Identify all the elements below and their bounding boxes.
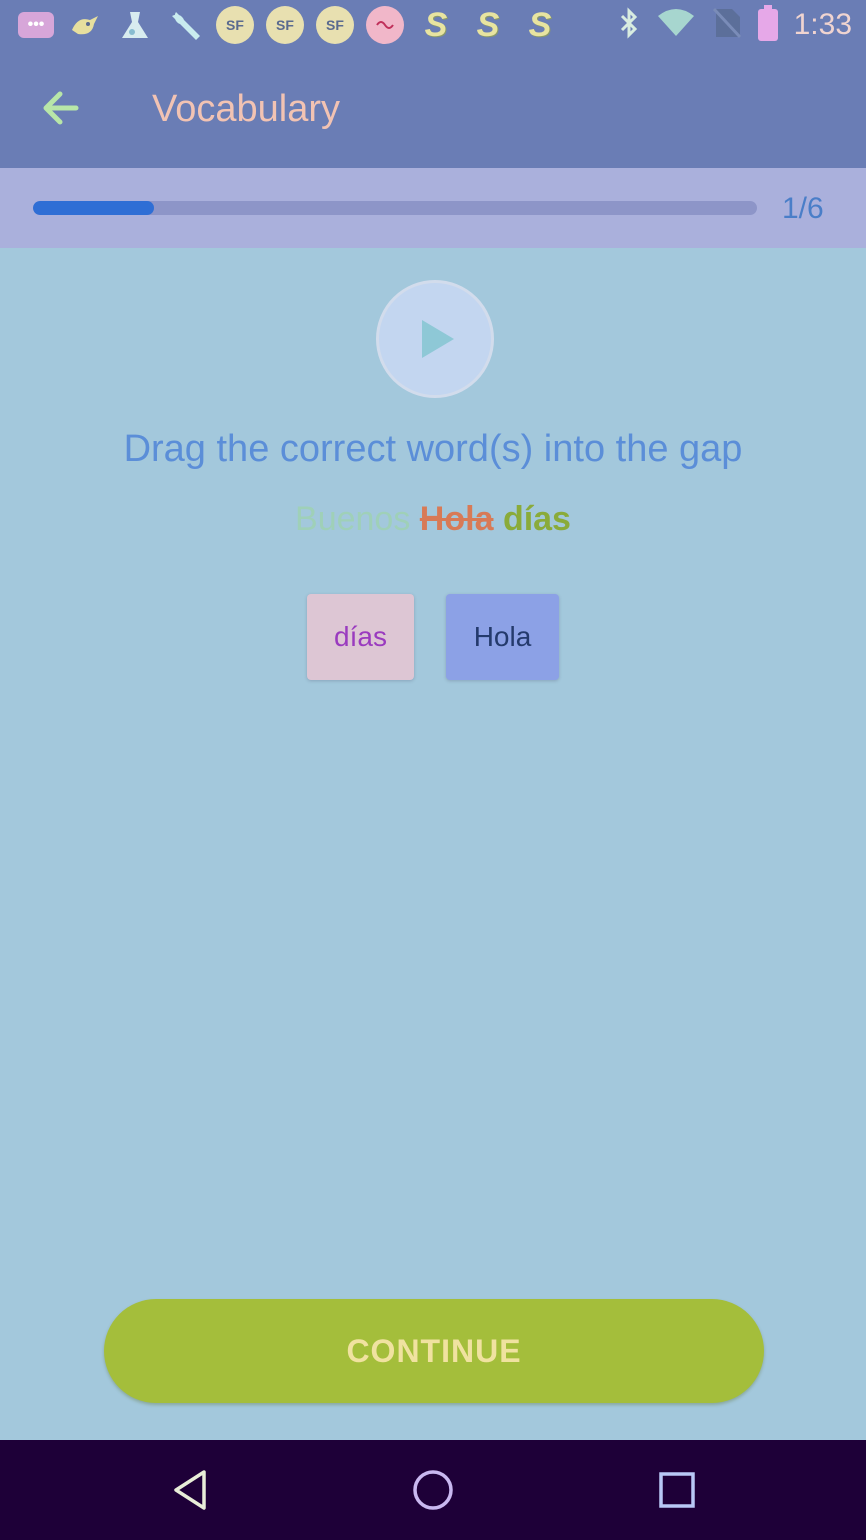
sf-icon: SF xyxy=(266,6,304,44)
lab-icon xyxy=(116,6,154,44)
wrench-icon xyxy=(166,6,204,44)
sf-icon: SF xyxy=(216,6,254,44)
gap-sentence: Buenos Hola días xyxy=(0,500,866,539)
instruction-text: Drag the correct word(s) into the gap xyxy=(123,428,743,470)
page-title: Vocabulary xyxy=(152,88,341,130)
back-triangle-icon xyxy=(174,1470,206,1510)
progress-fill xyxy=(33,201,154,215)
progress-bar xyxy=(33,201,757,215)
recents-square-icon xyxy=(659,1472,695,1508)
bluetooth-icon xyxy=(618,6,640,44)
progress-label: 1/6 xyxy=(782,192,824,225)
s-icon: S xyxy=(424,5,448,44)
back-button[interactable] xyxy=(30,78,90,138)
nav-recents-button[interactable] xyxy=(647,1460,707,1520)
bird-icon xyxy=(66,6,104,44)
system-nav-bar xyxy=(0,1440,866,1540)
battery-icon xyxy=(757,5,778,41)
notification-icons: ••• SF SF SF S S S xyxy=(18,6,560,44)
gap-filled-word[interactable]: Hola xyxy=(420,500,494,538)
app-icon xyxy=(366,6,404,44)
no-sim-icon xyxy=(712,7,742,44)
play-icon xyxy=(422,320,454,358)
s-icon: S xyxy=(476,5,500,44)
home-circle-icon xyxy=(413,1470,453,1510)
s-icon: S xyxy=(528,5,552,44)
play-audio-button[interactable] xyxy=(376,280,494,398)
word-option-chip[interactable]: Hola xyxy=(446,594,559,680)
wifi-icon xyxy=(656,8,696,43)
system-icons: 1:33 xyxy=(618,0,852,50)
nav-home-button[interactable] xyxy=(403,1460,463,1520)
arrow-left-icon xyxy=(43,91,79,125)
status-bar: ••• SF SF SF S S S 1:33 xyxy=(0,0,866,50)
continue-button[interactable]: CONTINUE xyxy=(104,1299,764,1403)
word-option-chip[interactable]: días xyxy=(307,594,414,680)
app-bar: Vocabulary xyxy=(0,50,866,168)
clock: 1:33 xyxy=(793,8,852,41)
nav-back-button[interactable] xyxy=(160,1460,220,1520)
sf-icon: SF xyxy=(316,6,354,44)
sentence-word: días xyxy=(502,500,571,538)
sentence-word: Buenos xyxy=(295,500,411,538)
message-icon: ••• xyxy=(18,12,54,38)
